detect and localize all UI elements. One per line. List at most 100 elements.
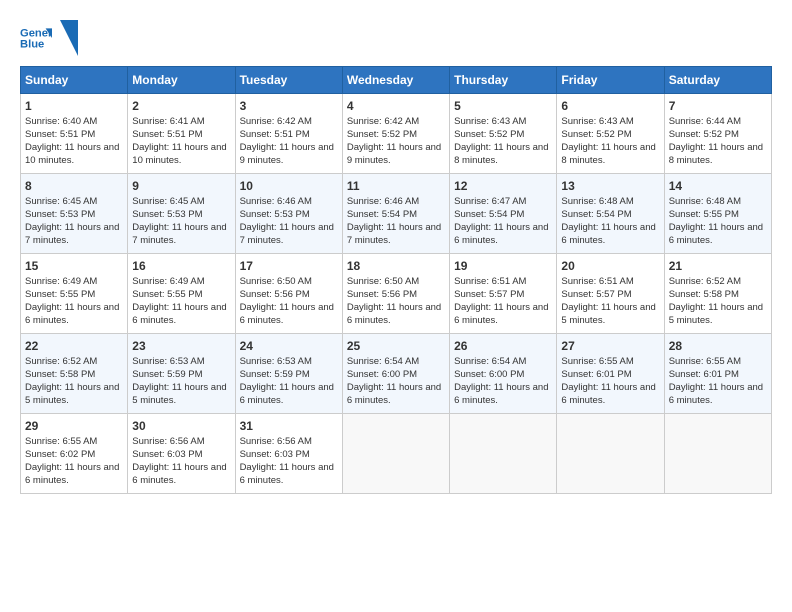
calendar-cell: 28Sunrise: 6:55 AMSunset: 6:01 PMDayligh… [664, 334, 771, 414]
sunrise-label: Sunrise: 6:53 AM [240, 356, 312, 367]
sunset-label: Sunset: 5:51 PM [132, 129, 202, 140]
sunrise-label: Sunrise: 6:56 AM [240, 436, 312, 447]
sunset-label: Sunset: 5:57 PM [454, 289, 524, 300]
sunset-label: Sunset: 6:03 PM [240, 449, 310, 460]
sunset-label: Sunset: 5:52 PM [669, 129, 739, 140]
daylight-label: Daylight: 11 hours and 6 minutes. [669, 222, 763, 246]
sunrise-label: Sunrise: 6:50 AM [347, 276, 419, 287]
day-number: 5 [454, 98, 552, 114]
sunrise-label: Sunrise: 6:49 AM [132, 276, 204, 287]
sunrise-label: Sunrise: 6:45 AM [25, 196, 97, 207]
calendar-cell: 17Sunrise: 6:50 AMSunset: 5:56 PMDayligh… [235, 254, 342, 334]
daylight-label: Daylight: 11 hours and 6 minutes. [454, 382, 548, 406]
calendar-cell: 20Sunrise: 6:51 AMSunset: 5:57 PMDayligh… [557, 254, 664, 334]
calendar-cell: 3Sunrise: 6:42 AMSunset: 5:51 PMDaylight… [235, 94, 342, 174]
calendar-cell: 22Sunrise: 6:52 AMSunset: 5:58 PMDayligh… [21, 334, 128, 414]
calendar-cell: 5 Sunrise: 6:43 AM Sunset: 5:52 PM Daylight… [450, 94, 557, 174]
day-number: 26 [454, 338, 552, 354]
calendar-cell: 21Sunrise: 6:52 AMSunset: 5:58 PMDayligh… [664, 254, 771, 334]
day-number: 31 [240, 418, 338, 434]
day-number: 6 [561, 98, 659, 114]
calendar-cell: 9Sunrise: 6:45 AMSunset: 5:53 PMDaylight… [128, 174, 235, 254]
daylight-label: Daylight: 11 hours and 10 minutes. [25, 142, 119, 166]
day-number: 1 [25, 98, 123, 114]
sunset-label: Sunset: 5:52 PM [454, 129, 524, 140]
sunrise-label: Sunrise: 6:52 AM [25, 356, 97, 367]
sunrise-label: Sunrise: 6:56 AM [132, 436, 204, 447]
sunrise-label: Sunrise: 6:48 AM [669, 196, 741, 207]
day-number: 8 [25, 178, 123, 194]
daylight-label: Daylight: 11 hours and 8 minutes. [454, 142, 548, 166]
calendar-week-row: 15Sunrise: 6:49 AMSunset: 5:55 PMDayligh… [21, 254, 772, 334]
sunset-label: Sunset: 5:59 PM [132, 369, 202, 380]
daylight-label: Daylight: 11 hours and 6 minutes. [25, 462, 119, 486]
daylight-label: Daylight: 11 hours and 6 minutes. [669, 382, 763, 406]
calendar-cell: 6Sunrise: 6:43 AMSunset: 5:52 PMDaylight… [557, 94, 664, 174]
sunrise-label: Sunrise: 6:40 AM [25, 116, 97, 127]
calendar-cell: 7Sunrise: 6:44 AMSunset: 5:52 PMDaylight… [664, 94, 771, 174]
calendar-cell: 26Sunrise: 6:54 AMSunset: 6:00 PMDayligh… [450, 334, 557, 414]
day-number: 14 [669, 178, 767, 194]
sunrise-label: Sunrise: 6:45 AM [132, 196, 204, 207]
day-number: 7 [669, 98, 767, 114]
sunset-label: Sunset: 5:53 PM [132, 209, 202, 220]
sunset-label: Sunset: 5:56 PM [240, 289, 310, 300]
daylight-label: Daylight: 11 hours and 6 minutes. [25, 302, 119, 326]
weekday-header-sunday: Sunday [21, 67, 128, 94]
daylight-label: Daylight: 11 hours and 6 minutes. [347, 302, 441, 326]
day-number: 30 [132, 418, 230, 434]
calendar-cell: 8Sunrise: 6:45 AMSunset: 5:53 PMDaylight… [21, 174, 128, 254]
calendar-cell: 25Sunrise: 6:54 AMSunset: 6:00 PMDayligh… [342, 334, 449, 414]
day-number: 24 [240, 338, 338, 354]
sunrise-label: Sunrise: 6:43 AM [561, 116, 633, 127]
daylight-label: Daylight: 11 hours and 6 minutes. [347, 382, 441, 406]
sunset-label: Sunset: 6:01 PM [561, 369, 631, 380]
daylight-label: Daylight: 11 hours and 5 minutes. [561, 302, 655, 326]
day-number: 29 [25, 418, 123, 434]
sunset-label: Sunset: 5:55 PM [669, 209, 739, 220]
calendar-cell: 30Sunrise: 6:56 AMSunset: 6:03 PMDayligh… [128, 414, 235, 494]
daylight-label: Daylight: 11 hours and 6 minutes. [132, 302, 226, 326]
sunset-label: Sunset: 5:51 PM [240, 129, 310, 140]
daylight-label: Daylight: 11 hours and 6 minutes. [240, 382, 334, 406]
daylight-label: Daylight: 11 hours and 9 minutes. [347, 142, 441, 166]
calendar-cell: 18Sunrise: 6:50 AMSunset: 5:56 PMDayligh… [342, 254, 449, 334]
calendar-cell: 4Sunrise: 6:42 AMSunset: 5:52 PMDaylight… [342, 94, 449, 174]
calendar-cell [342, 414, 449, 494]
day-number: 15 [25, 258, 123, 274]
daylight-label: Daylight: 11 hours and 7 minutes. [25, 222, 119, 246]
sunset-label: Sunset: 6:00 PM [454, 369, 524, 380]
daylight-label: Daylight: 11 hours and 7 minutes. [347, 222, 441, 246]
calendar-cell: 1Sunrise: 6:40 AMSunset: 5:51 PMDaylight… [21, 94, 128, 174]
logo-arrow-icon [60, 20, 78, 56]
day-number: 2 [132, 98, 230, 114]
day-number: 4 [347, 98, 445, 114]
sunrise-label: Sunrise: 6:43 AM [454, 116, 526, 127]
sunset-label: Sunset: 5:57 PM [561, 289, 631, 300]
weekday-header-friday: Friday [557, 67, 664, 94]
calendar-week-row: 22 Sunrise: 6:52 AM Sunset: 5:58 PM Dayligh… [21, 334, 772, 414]
svg-text:Blue: Blue [20, 39, 44, 51]
calendar-cell: 2Sunrise: 6:41 AMSunset: 5:51 PMDaylight… [128, 94, 235, 174]
sunrise-label: Sunrise: 6:42 AM [240, 116, 312, 127]
daylight-label: Daylight: 11 hours and 6 minutes. [561, 382, 655, 406]
sunrise-label: Sunrise: 6:55 AM [669, 356, 741, 367]
calendar-week-row: 29Sunrise: 6:55 AMSunset: 6:02 PMDayligh… [21, 414, 772, 494]
daylight-label: Daylight: 11 hours and 5 minutes. [669, 302, 763, 326]
weekday-header-wednesday: Wednesday [342, 67, 449, 94]
daylight-label: Daylight: 11 hours and 8 minutes. [669, 142, 763, 166]
sunrise-label: Sunrise: 6:55 AM [561, 356, 633, 367]
sunrise-label: Sunrise: 6:46 AM [347, 196, 419, 207]
sunset-label: Sunset: 5:58 PM [25, 369, 95, 380]
sunset-label: Sunset: 5:54 PM [561, 209, 631, 220]
day-number: 23 [132, 338, 230, 354]
sunrise-label: Sunrise: 6:49 AM [25, 276, 97, 287]
logo: General Blue [20, 20, 78, 56]
calendar-cell: 16Sunrise: 6:49 AMSunset: 5:55 PMDayligh… [128, 254, 235, 334]
calendar-week-row: 8 Sunrise: 6:45 AM Sunset: 5:53 PM Daylight… [21, 174, 772, 254]
day-number: 22 [25, 338, 123, 354]
day-number: 19 [454, 258, 552, 274]
calendar-cell: 31Sunrise: 6:56 AMSunset: 6:03 PMDayligh… [235, 414, 342, 494]
daylight-label: Daylight: 11 hours and 10 minutes. [132, 142, 226, 166]
day-number: 17 [240, 258, 338, 274]
